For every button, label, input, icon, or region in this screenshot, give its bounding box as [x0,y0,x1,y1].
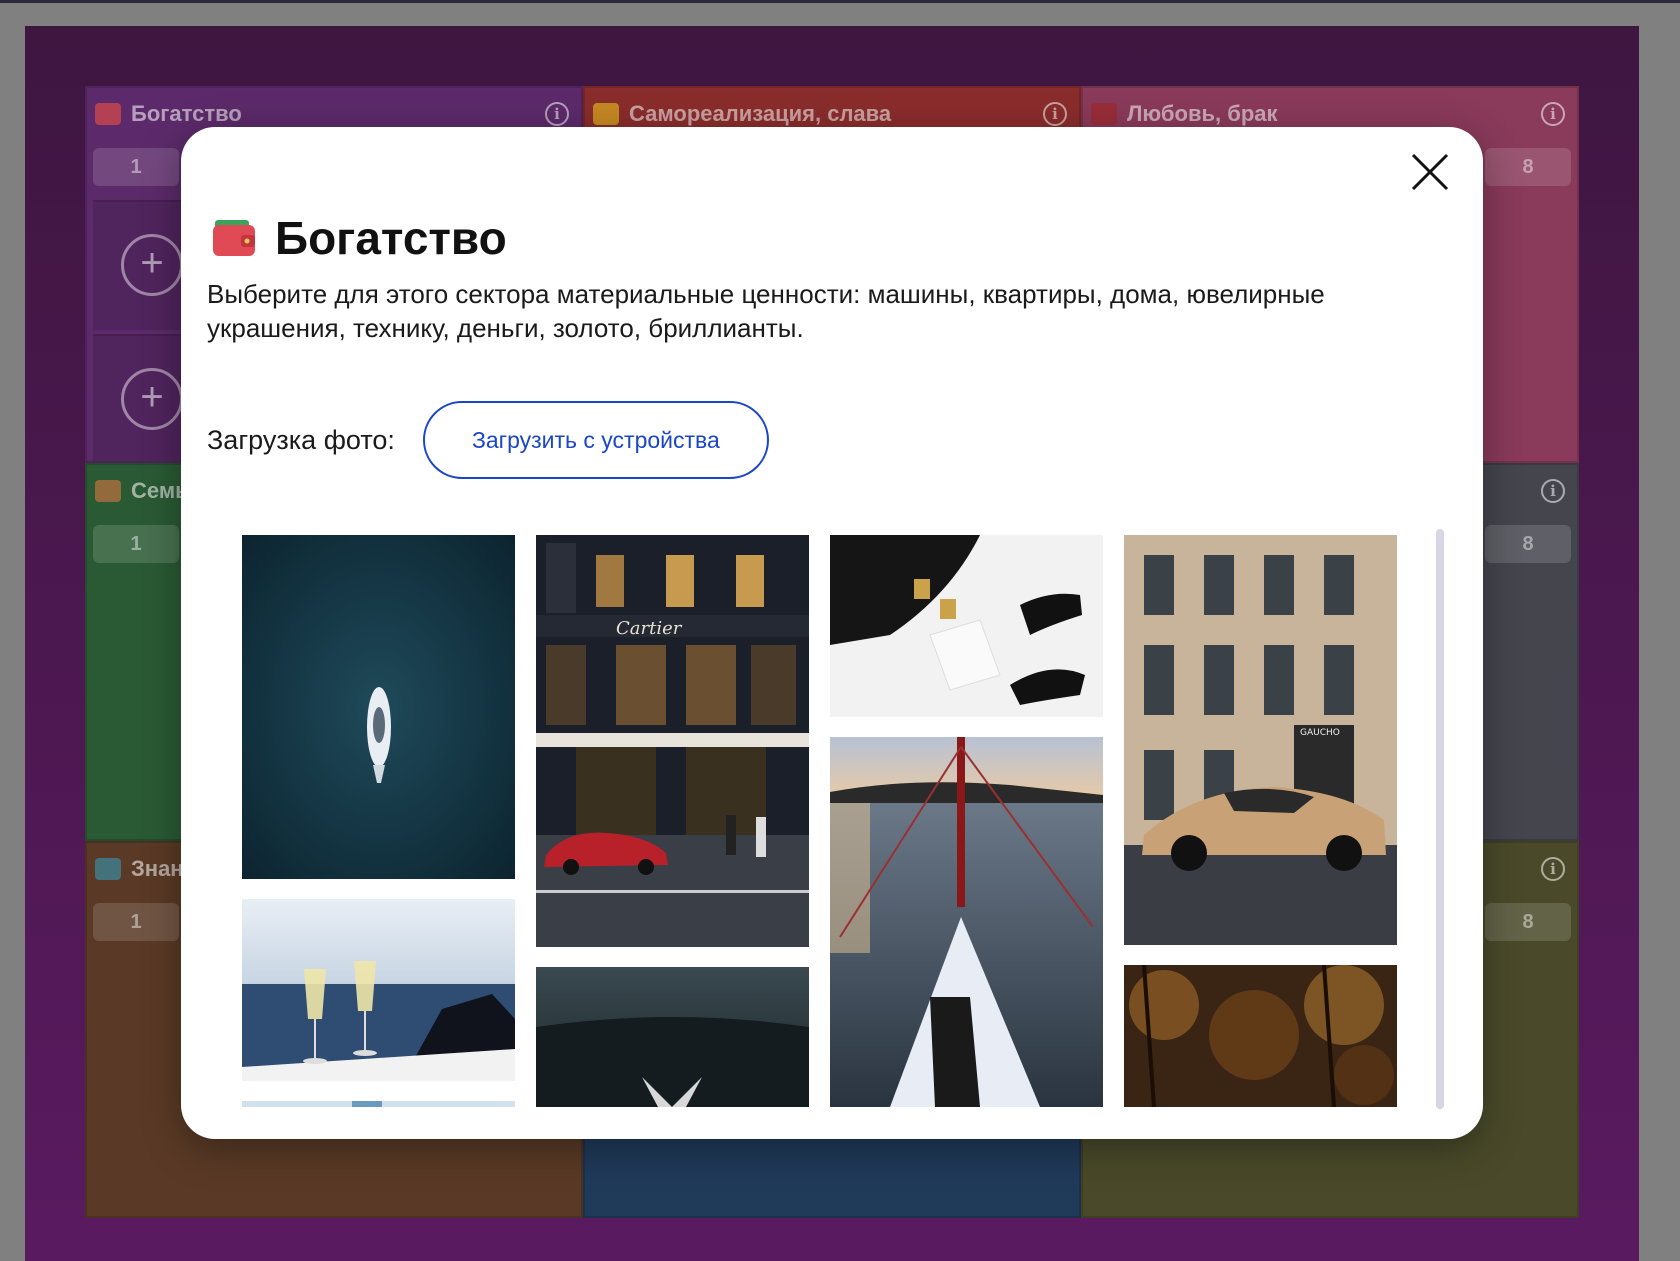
jewelry-and-heels-photo[interactable] [830,535,1103,717]
sector-emoji-icon [95,103,121,125]
sector-number-badge: 8 [1485,525,1571,563]
upload-label: Загрузка фото: [207,424,395,455]
window-top-edge [0,0,1680,3]
wallet-icon [213,220,255,256]
sector-number-badge: 8 [1485,903,1571,941]
close-icon [1411,153,1449,191]
modal-description: Выберите для этого сектора материальные … [207,279,1325,343]
modal-header: Богатство [211,211,507,265]
sector-number-badge: 1 [93,903,179,941]
sector-emoji-icon [1091,103,1117,125]
sector-emoji-icon [593,103,619,125]
sector-title: Богатство [131,101,242,126]
plus-icon: + [121,368,183,430]
modal-title: Богатство [275,212,507,264]
sector-modal: Богатство Выберите для этого сектора мат… [181,127,1483,1139]
plus-icon: + [121,234,183,296]
yacht-aerial-photo[interactable] [242,535,515,879]
sector-number-badge: 1 [93,525,179,563]
sector-number-badge: 1 [93,148,179,186]
info-icon[interactable]: i [1043,102,1067,126]
sports-car-building-photo[interactable]: GAUCHO [1124,535,1397,945]
upload-row: Загрузка фото: Загрузить с устройства [207,401,769,479]
autumn-trees-photo[interactable] [1124,965,1397,1107]
gallery-scrollbar[interactable] [1436,529,1444,1109]
sector-title: Любовь, брак [1127,101,1278,126]
info-icon[interactable]: i [1541,479,1565,503]
sector-title: Самореализация, слава [629,101,892,126]
sector-emoji-icon [95,858,121,880]
upload-from-device-button[interactable]: Загрузить с устройства [422,401,769,479]
photo-gallery: Cartier GAUCHO [242,535,1402,1107]
cartier-store-photo[interactable]: Cartier [536,535,809,947]
store-sign: GAUCHO [1300,728,1340,738]
sailboat-bow-photo[interactable] [830,737,1103,1107]
sector-number-badge: 8 [1485,148,1571,186]
car-hood-ornament-photo[interactable] [536,967,809,1107]
close-button[interactable] [1407,149,1453,195]
partial-photo[interactable] [242,1101,515,1107]
sector-emoji-icon [95,480,121,502]
info-icon[interactable]: i [1541,102,1565,126]
info-icon[interactable]: i [545,102,569,126]
info-icon[interactable]: i [1541,857,1565,881]
champagne-glasses-photo[interactable] [242,899,515,1081]
store-sign: Cartier [616,618,683,639]
